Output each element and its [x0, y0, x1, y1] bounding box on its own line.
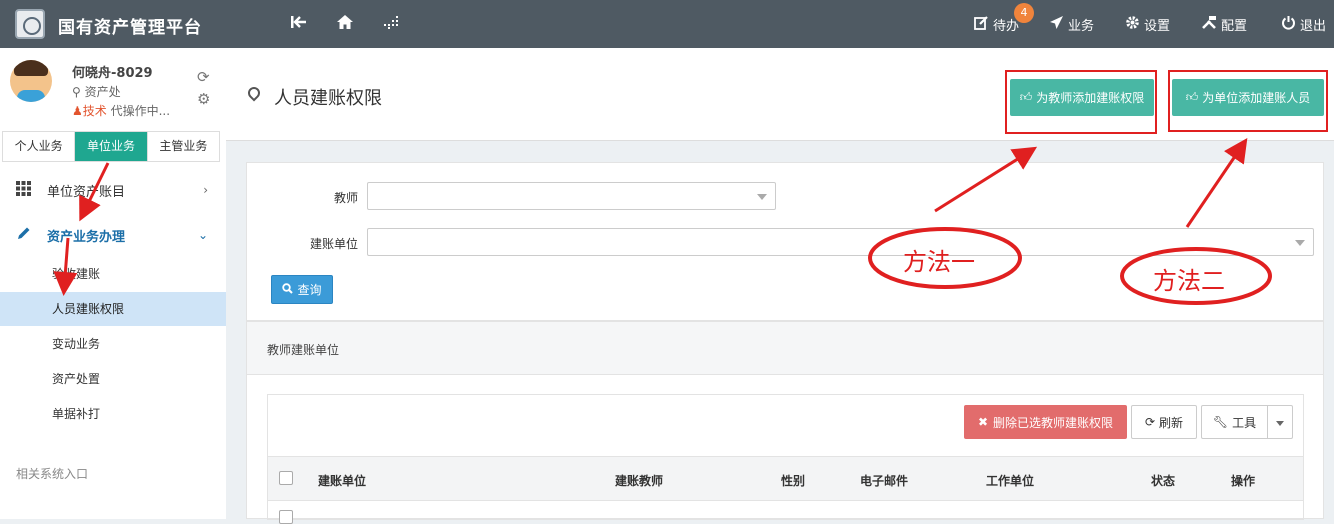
delete-permission-button[interactable]: ✖ 删除已选教师建账权限 — [964, 405, 1127, 439]
user-dept: ⚲ 资产处 — [72, 85, 121, 99]
edit-icon — [974, 15, 989, 34]
nav-config[interactable]: 配置 — [1201, 15, 1247, 34]
query-button[interactable]: 查询 — [271, 275, 333, 304]
menu-item-asset-business[interactable]: 资产业务办理 ⌄ — [0, 218, 226, 252]
map-pin-icon — [245, 84, 263, 102]
caret-down-icon — [757, 194, 767, 200]
related-systems-label: 相关系统入口 — [16, 467, 89, 481]
menu-label: 资产业务办理 — [47, 229, 126, 245]
role-tag: 技术 — [82, 104, 107, 118]
submenu-item-reprint[interactable]: 单据补打 — [0, 397, 226, 431]
chevron-down-icon: ⌄ — [197, 228, 208, 242]
filter-panel: 教师 建账单位 查询 — [246, 162, 1324, 321]
unit-select[interactable] — [367, 228, 1314, 256]
column-header[interactable]: 电子邮件 — [860, 472, 908, 489]
fullscreen-icon[interactable] — [383, 14, 399, 34]
todo-badge: 4 — [1014, 3, 1034, 23]
teacher-label: 教师 — [333, 191, 358, 205]
table-header: 建账单位 建账教师 性别 电子邮件 工作单位 状态 操作 — [268, 456, 1303, 501]
tab-personal[interactable]: 个人业务 — [3, 132, 76, 161]
refresh-button[interactable]: ⟳ 刷新 — [1131, 405, 1197, 439]
gear-icon[interactable]: ⚙ — [197, 90, 210, 108]
tools-dropdown-toggle[interactable] — [1267, 405, 1293, 439]
grid-icon — [16, 180, 32, 200]
nav-logout[interactable]: 退出 — [1281, 15, 1326, 34]
panel-title: 教师建账单位 — [247, 322, 1323, 375]
settings-label: 设置 — [1144, 19, 1171, 34]
column-header[interactable]: 建账单位 — [318, 472, 366, 489]
column-header[interactable]: 性别 — [781, 472, 805, 489]
teacher-unit-panel: 教师建账单位 ✖ 删除已选教师建账权限 ⟳ 刷新 🔧︎ 工具 建账单位 建账教师 性别… — [246, 321, 1324, 524]
annotation-label-method2: 方法二 — [1153, 267, 1225, 295]
teacher-select[interactable] — [367, 182, 776, 210]
submenu-item-permission[interactable]: 人员建账权限 — [0, 292, 226, 326]
refresh-icon: ⟳ — [1144, 415, 1156, 429]
tools-icon — [1201, 15, 1217, 34]
column-header[interactable]: 状态 — [1151, 472, 1175, 489]
close-icon: ✖ — [977, 415, 989, 429]
avatar — [10, 60, 52, 102]
menu-item-unit-assets[interactable]: 单位资产账目 › — [0, 173, 226, 207]
paper-plane-icon — [1049, 15, 1064, 34]
menu-label: 单位资产账目 — [47, 184, 126, 200]
config-label: 配置 — [1221, 19, 1248, 34]
nav-business[interactable]: 业务 — [1049, 15, 1094, 34]
nav-settings[interactable]: 设置 — [1125, 15, 1170, 34]
row-checkbox[interactable] — [279, 510, 293, 524]
top-bar: 国有资产管理平台 待办 4 业务 设置 配置 退出 — [0, 0, 1334, 48]
column-header[interactable]: 建账教师 — [615, 472, 663, 489]
unit-label: 建账单位 — [309, 237, 358, 251]
refresh-icon[interactable]: ⟳ — [197, 68, 210, 86]
tab-supervisor[interactable]: 主管业务 — [147, 132, 219, 161]
annotation-box-method1 — [1005, 70, 1157, 134]
location-icon: ⚲ — [72, 85, 85, 99]
app-title: 国有资产管理平台 — [58, 18, 202, 38]
sidebar: 何晓舟-8029 ⚲ 资产处 ♟技术 代操作中... ⟳ ⚙ 个人业务 单位业务… — [0, 48, 226, 519]
user-role: ♟技术 代操作中... — [72, 102, 170, 119]
submenu-item-disposal[interactable]: 资产处置 — [0, 362, 226, 396]
gear-icon — [1125, 15, 1140, 34]
column-header[interactable]: 操作 — [1231, 472, 1255, 489]
submenu-item-acceptance[interactable]: 验收建账 — [0, 257, 226, 291]
role-text: 代操作中... — [110, 104, 171, 118]
tools-button[interactable]: 🔧︎ 工具 — [1201, 405, 1268, 439]
page-title: 人员建账权限 — [274, 88, 382, 109]
wrench-icon: 🔧︎ — [1212, 415, 1229, 429]
chevron-right-icon: › — [203, 183, 208, 197]
tab-unit[interactable]: 单位业务 — [75, 132, 148, 161]
home-icon[interactable] — [336, 14, 354, 34]
sidebar-tabs: 个人业务 单位业务 主管业务 — [2, 131, 220, 162]
select-all-checkbox[interactable] — [279, 471, 293, 485]
annotation-label-method1: 方法一 — [903, 248, 975, 276]
search-icon — [282, 282, 294, 297]
user-name: 何晓舟-8029 — [72, 66, 153, 81]
power-icon — [1281, 15, 1296, 34]
logout-label: 退出 — [1300, 19, 1327, 34]
annotation-box-method2 — [1168, 70, 1328, 132]
nav-todo[interactable]: 待办 — [974, 15, 1019, 34]
table-container: ✖ 删除已选教师建账权限 ⟳ 刷新 🔧︎ 工具 建账单位 建账教师 性别 电子邮件 工… — [267, 394, 1304, 524]
column-header[interactable]: 工作单位 — [986, 472, 1034, 489]
user-icon: ♟ — [72, 104, 83, 118]
logo-icon — [15, 9, 45, 39]
pencil-icon — [16, 226, 32, 245]
collapse-sidebar-icon[interactable] — [290, 14, 308, 34]
business-label: 业务 — [1068, 19, 1095, 34]
submenu-item-change[interactable]: 变动业务 — [0, 327, 226, 361]
caret-down-icon — [1295, 240, 1305, 246]
